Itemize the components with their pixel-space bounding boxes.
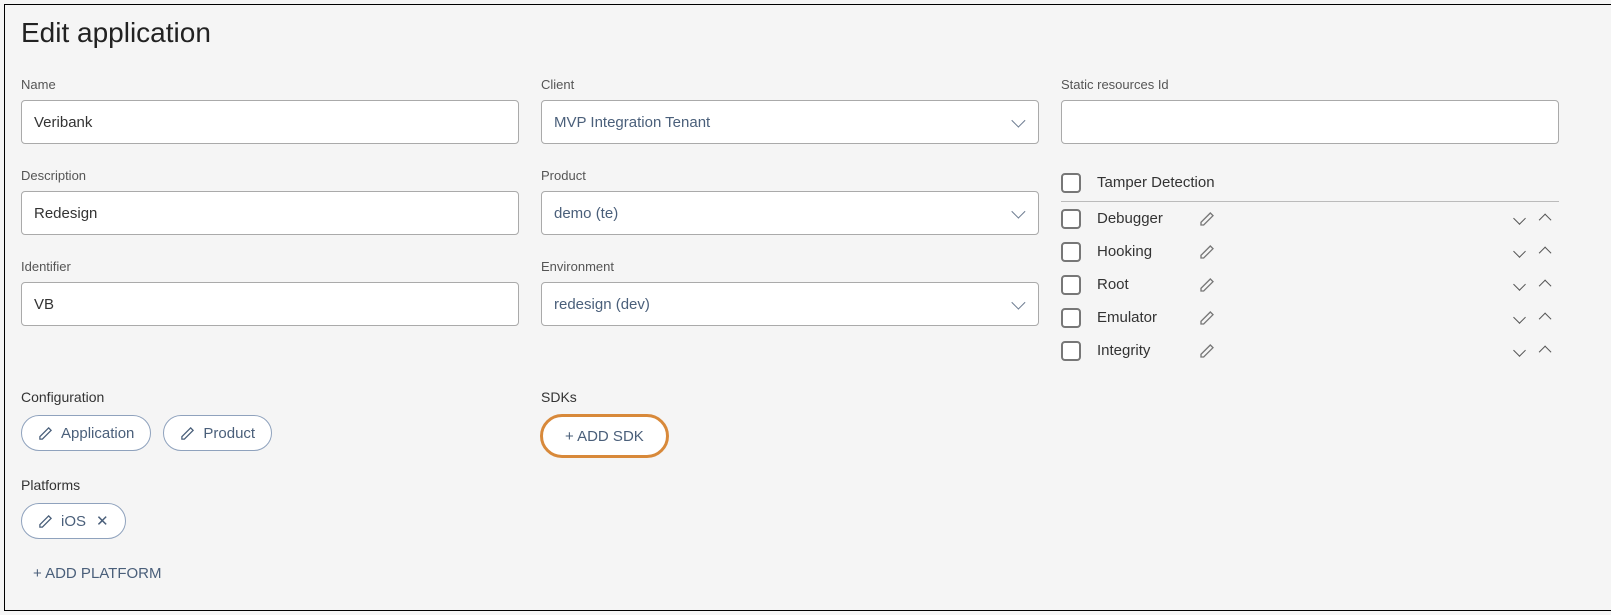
reorder-arrows [1515,247,1559,256]
product-chip-label: Product [203,425,255,442]
platforms-chips: iOS ✕ [21,503,519,539]
tamper-detection-label: Tamper Detection [1097,174,1559,191]
page-title: Edit application [21,17,1598,49]
chevron-down-icon[interactable] [1513,344,1526,357]
description-input[interactable]: Redesign [21,191,519,235]
hooking-label: Hooking [1097,243,1183,260]
column-left: Name Veribank Description Redesign Ident… [21,77,519,367]
add-sdk-button[interactable]: + ADD SDK [540,414,669,458]
application-chip-label: Application [61,425,134,442]
tamper-detection-checkbox[interactable] [1061,173,1081,193]
pencil-icon[interactable] [1199,310,1215,326]
pencil-icon[interactable] [1199,277,1215,293]
name-input[interactable]: Veribank [21,100,519,144]
add-platform-button[interactable]: + ADD PLATFORM [33,555,162,591]
static-resources-label: Static resources Id [1061,77,1559,92]
emulator-row: Emulator [1061,301,1559,334]
name-field: Name Veribank [21,77,519,144]
reorder-arrows [1515,214,1559,223]
identifier-label: Identifier [21,259,519,274]
root-checkbox[interactable] [1061,275,1081,295]
platforms-label: Platforms [21,477,519,493]
root-label: Root [1097,276,1183,293]
pencil-icon[interactable] [1199,244,1215,260]
ios-platform-chip[interactable]: iOS ✕ [21,503,126,539]
debugger-checkbox[interactable] [1061,209,1081,229]
static-resources-input[interactable] [1061,100,1559,144]
product-label: Product [541,168,1039,183]
description-value: Redesign [34,205,97,222]
integrity-row: Integrity [1061,334,1559,367]
integrity-checkbox[interactable] [1061,341,1081,361]
column-right: Static resources Id Tamper Detection Deb… [1061,77,1559,367]
tamper-detection-row: Tamper Detection [1061,168,1559,202]
pencil-icon[interactable] [1199,211,1215,227]
column-middle-lower: SDKs + ADD SDK [541,389,1039,458]
name-value: Veribank [34,114,92,131]
description-field: Description Redesign [21,168,519,235]
product-field: Product demo (te) [541,168,1039,235]
identifier-value: VB [34,296,54,313]
chevron-up-icon[interactable] [1539,313,1552,326]
pencil-icon [38,426,53,441]
hooking-row: Hooking [1061,235,1559,268]
debugger-label: Debugger [1097,210,1183,227]
chevron-up-icon[interactable] [1539,280,1552,293]
hooking-checkbox[interactable] [1061,242,1081,262]
identifier-field: Identifier VB [21,259,519,326]
static-resources-field: Static resources Id [1061,77,1559,144]
form-columns: Name Veribank Description Redesign Ident… [21,77,1598,367]
environment-value: redesign (dev) [554,296,650,313]
chevron-down-icon [1011,114,1025,128]
root-row: Root [1061,268,1559,301]
application-chip[interactable]: Application [21,415,151,451]
platforms-block: Platforms iOS ✕ + ADD PLATFORM [21,477,519,591]
emulator-label: Emulator [1097,309,1183,326]
chevron-up-icon[interactable] [1539,214,1552,227]
chevron-down-icon[interactable] [1513,212,1526,225]
close-icon[interactable]: ✕ [96,512,109,530]
reorder-arrows [1515,346,1559,355]
chevron-down-icon [1011,296,1025,310]
chevron-up-icon[interactable] [1539,346,1552,359]
identifier-input[interactable]: VB [21,282,519,326]
chevron-down-icon [1011,205,1025,219]
product-chip[interactable]: Product [163,415,272,451]
client-select[interactable]: MVP Integration Tenant [541,100,1039,144]
ios-chip-label: iOS [61,513,86,530]
name-label: Name [21,77,519,92]
column-middle: Client MVP Integration Tenant Product de… [541,77,1039,367]
chevron-up-icon[interactable] [1539,247,1552,260]
product-value: demo (te) [554,205,618,222]
debugger-row: Debugger [1061,202,1559,235]
pencil-icon[interactable] [1199,343,1215,359]
product-select[interactable]: demo (te) [541,191,1039,235]
client-field: Client MVP Integration Tenant [541,77,1039,144]
environment-select[interactable]: redesign (dev) [541,282,1039,326]
environment-field: Environment redesign (dev) [541,259,1039,326]
edit-application-panel: Edit application Name Veribank Descripti… [4,4,1611,611]
pencil-icon [180,426,195,441]
configuration-chips: Application Product [21,415,519,451]
integrity-label: Integrity [1097,342,1183,359]
reorder-arrows [1515,313,1559,322]
detection-list: Tamper Detection Debugger Hooking [1061,168,1559,367]
add-sdk-label: + ADD SDK [565,428,644,445]
description-label: Description [21,168,519,183]
column-left-lower: Configuration Application Product Platfo… [21,389,519,591]
client-label: Client [541,77,1039,92]
chevron-down-icon[interactable] [1513,245,1526,258]
pencil-icon [38,514,53,529]
environment-label: Environment [541,259,1039,274]
sdks-label: SDKs [541,389,1039,405]
reorder-arrows [1515,280,1559,289]
chevron-down-icon[interactable] [1513,311,1526,324]
configuration-label: Configuration [21,389,519,405]
chevron-down-icon[interactable] [1513,278,1526,291]
client-value: MVP Integration Tenant [554,114,710,131]
emulator-checkbox[interactable] [1061,308,1081,328]
